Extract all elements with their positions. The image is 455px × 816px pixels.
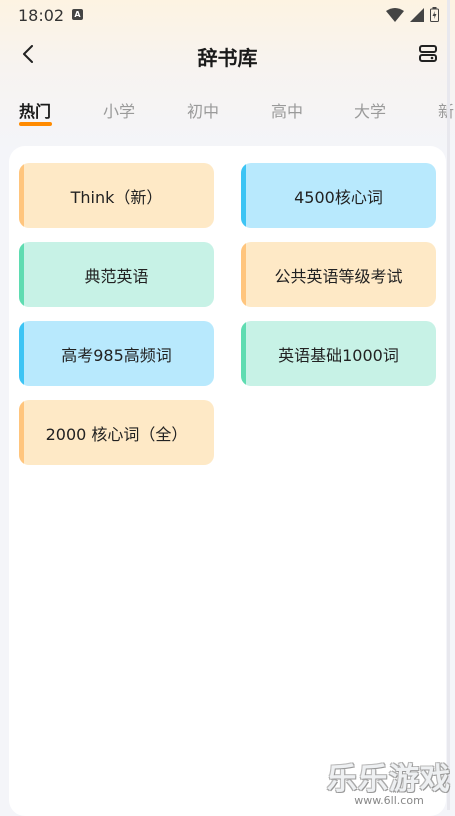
status-bar: 18:02 A [0, 0, 455, 30]
a-icon: A [72, 9, 83, 20]
tab-college[interactable]: 大学 [354, 98, 386, 122]
book-card[interactable]: 英语基础1000词 [241, 321, 436, 386]
watermark-logo: 乐乐游戏 www.6ll.com [327, 754, 451, 807]
book-card[interactable]: Think（新） [19, 163, 214, 228]
watermark-text: 乐乐游戏 [327, 762, 451, 797]
active-tab-indicator [19, 122, 52, 126]
category-tabs: 热门 小学 初中 高中 大学 新 [0, 92, 455, 132]
tab-senior[interactable]: 高中 [271, 98, 303, 122]
book-card[interactable]: 2000 核心词（全） [19, 400, 214, 465]
status-time: 18:02 [18, 6, 65, 25]
tab-primary[interactable]: 小学 [103, 98, 135, 122]
book-card-label: 典范英语 [84, 266, 149, 286]
book-card[interactable]: 高考985高频词 [19, 321, 214, 386]
battery-icon [430, 7, 439, 22]
book-card-label: 公共英语等级考试 [274, 266, 403, 286]
signal-icon [410, 7, 424, 22]
app-header: 辞书库 [0, 36, 455, 72]
tab-hot[interactable]: 热门 [19, 98, 51, 122]
tab-junior[interactable]: 初中 [187, 98, 219, 122]
status-icons [386, 7, 439, 22]
book-list-panel: Think（新） 4500核心词 典范英语 公共英语等级考试 高考985高频词 … [9, 146, 446, 816]
layers-icon [419, 45, 437, 62]
book-card[interactable]: 典范英语 [19, 242, 214, 307]
book-card-label: Think（新） [70, 187, 163, 207]
book-card[interactable]: 公共英语等级考试 [241, 242, 436, 307]
book-card-label: 4500核心词 [294, 187, 383, 207]
scrollbar[interactable] [447, 0, 450, 810]
book-card-label: 高考985高频词 [61, 345, 172, 365]
switch-book-button[interactable] [415, 42, 441, 66]
book-card-label: 2000 核心词（全） [45, 424, 188, 444]
wifi-icon [386, 7, 404, 22]
tab-new[interactable]: 新 [438, 98, 454, 122]
book-card[interactable]: 4500核心词 [241, 163, 436, 228]
page-title: 辞书库 [197, 46, 258, 70]
book-card-label: 英语基础1000词 [278, 345, 399, 365]
